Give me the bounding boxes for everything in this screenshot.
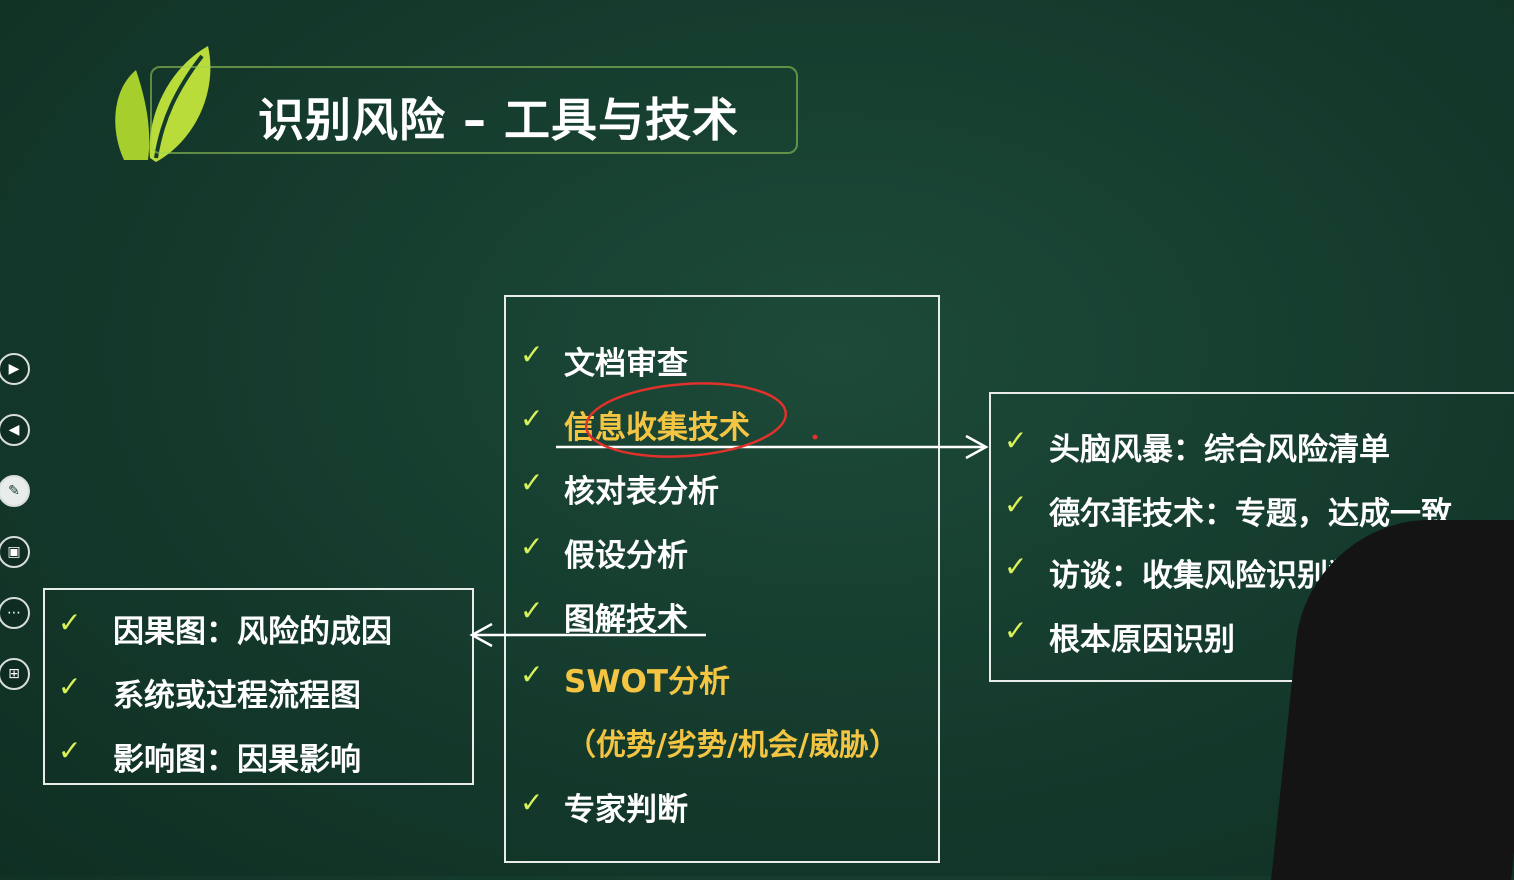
- list-item: 系统或过程流程图: [113, 678, 361, 714]
- check-icon: ✓: [58, 670, 82, 703]
- grid-glyph: ⊞: [8, 666, 20, 682]
- back-glyph: ◀: [8, 422, 20, 438]
- check-icon: ✓: [58, 734, 82, 767]
- check-icon: ✓: [1004, 614, 1028, 647]
- list-item: 根本原因识别: [1049, 622, 1235, 658]
- list-item: 因果图：风险的成因: [113, 614, 392, 650]
- play-icon[interactable]: ▶: [0, 353, 30, 385]
- check-icon: ✓: [520, 530, 544, 563]
- more-icon[interactable]: ⋯: [0, 597, 30, 629]
- list-item: SWOT分析: [564, 664, 731, 700]
- grid-icon[interactable]: ⊞: [0, 658, 30, 690]
- list-item: 影响图：因果影响: [113, 742, 361, 778]
- list-item: 专家判断: [564, 792, 688, 828]
- check-icon: ✓: [520, 338, 544, 371]
- check-icon: ✓: [1004, 424, 1028, 457]
- check-icon: ✓: [520, 594, 544, 627]
- list-item: 核对表分析: [564, 474, 719, 510]
- list-item: 信息收集技术: [564, 410, 750, 446]
- list-item: （优势/劣势/机会/威胁）: [566, 728, 899, 763]
- list-item: 头脑风暴：综合风险清单: [1049, 432, 1390, 468]
- check-icon: ✓: [520, 786, 544, 819]
- back-icon[interactable]: ◀: [0, 414, 30, 446]
- list-item: 假设分析: [564, 538, 688, 574]
- slide-title: 识别风险 – 工具与技术: [258, 93, 740, 147]
- check-icon: ✓: [520, 466, 544, 499]
- pen-icon[interactable]: ✎: [0, 475, 30, 507]
- list-item: 文档审查: [564, 346, 688, 382]
- check-icon: ✓: [520, 402, 544, 435]
- check-icon: ✓: [58, 606, 82, 639]
- check-icon: ✓: [520, 658, 544, 691]
- more-glyph: ⋯: [7, 605, 21, 621]
- check-icon: ✓: [1004, 550, 1028, 583]
- screen-icon[interactable]: ▣: [0, 536, 30, 568]
- list-item: 图解技术: [564, 602, 688, 638]
- play-glyph: ▶: [8, 361, 20, 377]
- screen-glyph: ▣: [7, 544, 21, 560]
- check-icon: ✓: [1004, 488, 1028, 521]
- pen-glyph: ✎: [8, 483, 20, 499]
